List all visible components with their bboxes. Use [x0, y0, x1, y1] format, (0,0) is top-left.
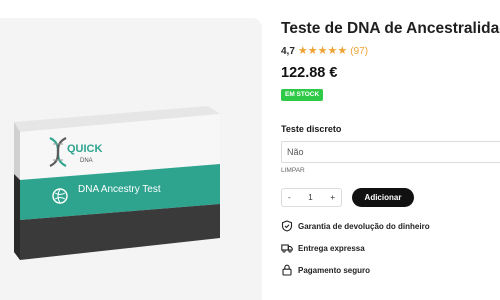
star-icon: ★ [317, 45, 328, 57]
box-label: DNA Ancestry Test [78, 184, 161, 195]
feature-express-delivery: Entrega expressa [281, 242, 365, 254]
quantity-stepper: - 1 + [281, 188, 342, 207]
star-icon: ★ [297, 45, 308, 57]
rating-value: 4,7 [281, 46, 295, 57]
product-price: 122.88 € [281, 65, 338, 81]
star-rating: ★ ★ ★ ★ ★ [298, 46, 347, 57]
star-icon: ★ [337, 45, 348, 57]
review-count-link[interactable]: (97) [350, 46, 368, 57]
shield-check-icon [281, 220, 293, 232]
stock-badge: EM STOCK [281, 89, 324, 101]
feature-secure-payment: Pagamento seguro [281, 264, 370, 276]
truck-icon [281, 244, 293, 253]
feature-money-back: Garantia de devolução do dinheiro [281, 220, 430, 232]
option-label: Teste discreto [281, 124, 342, 134]
decrease-button[interactable]: - [288, 193, 291, 202]
increase-button[interactable]: + [330, 193, 335, 202]
feature-label: Entrega expressa [298, 243, 365, 253]
star-icon: ★ [307, 45, 318, 57]
rating-row[interactable]: 4,7 ★ ★ ★ ★ ★ (97) [281, 46, 368, 58]
box-brand-bottom: DNA [80, 158, 93, 164]
lock-icon [282, 264, 292, 276]
product-box-image[interactable]: QUICK DNA DNA Ancestry Test [8, 92, 222, 262]
product-title: Teste de DNA de Ancestralidade [281, 20, 500, 37]
discreet-test-select[interactable]: Não [281, 141, 500, 163]
clear-link[interactable]: LIMPAR [281, 167, 305, 174]
product-info: Teste de DNA de Ancestralidade 4,7 ★ ★ ★… [281, 0, 500, 300]
add-to-cart-button[interactable]: Adicionar [352, 188, 414, 207]
feature-label: Pagamento seguro [298, 265, 371, 275]
star-icon: ★ [327, 45, 338, 57]
feature-label: Garantia de devolução do dinheiro [298, 221, 430, 231]
quantity-value[interactable]: 1 [308, 193, 312, 202]
box-brand-top: QUICK [67, 143, 103, 155]
